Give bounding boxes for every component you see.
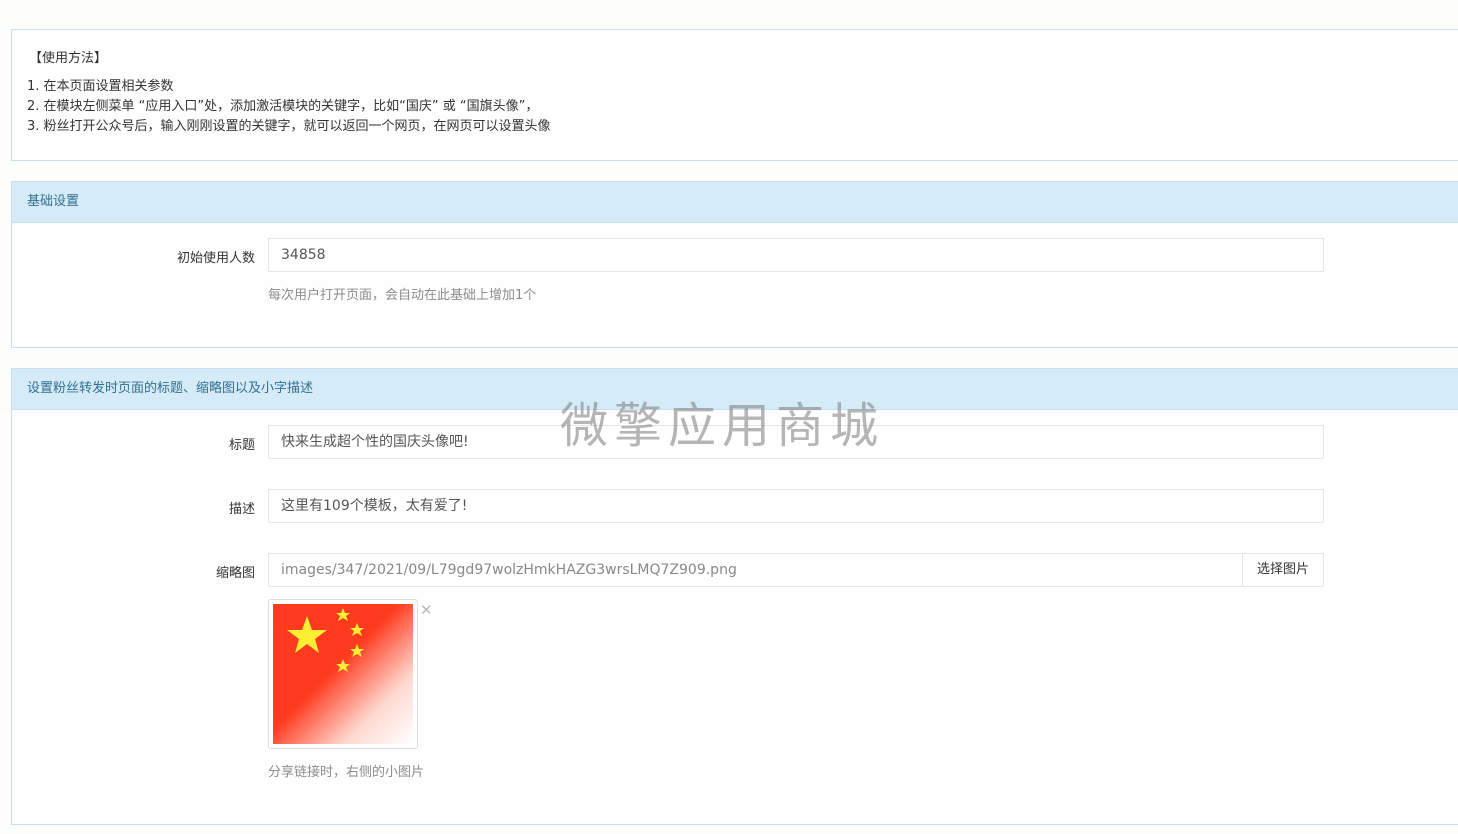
thumb-preview [268, 599, 418, 749]
usage-line-3: 3. 粉丝打开公众号后，输入刚刚设置的关键字，就可以返回一个网页，在网页可以设置… [27, 119, 551, 134]
share-thumb-label: 缩略图 [215, 566, 255, 581]
basic-settings-panel: 基础设置 初始使用人数 34858 每次用户打开页面，会自动在此基础上增加1个 [11, 181, 1458, 348]
close-icon[interactable]: ✕ [420, 601, 433, 619]
usage-line-1: 1. 在本页面设置相关参数 [27, 79, 174, 94]
thumb-input-group: images/347/2021/09/L79gd97wolzHmkHAZG3wr… [268, 553, 1324, 587]
china-flag-thumbnail [273, 604, 413, 744]
watermark-text: 微擎应用商城 [560, 398, 885, 454]
share-desc-input[interactable]: 这里有109个模板，太有爱了! [268, 489, 1324, 523]
share-desc-label: 描述 [228, 502, 255, 517]
initial-users-input[interactable]: 34858 [268, 238, 1324, 272]
choose-image-button[interactable]: 选择图片 [1242, 553, 1324, 587]
usage-line-2: 2. 在模块左侧菜单 “应用入口”处，添加激活模块的关键字，比如“国庆” 或 “… [27, 99, 539, 114]
initial-users-label: 初始使用人数 [176, 251, 255, 266]
thumb-help: 分享链接时，右侧的小图片 [268, 765, 425, 780]
usage-panel: 【使用方法】 1. 在本页面设置相关参数 2. 在模块左侧菜单 “应用入口”处，… [11, 29, 1458, 161]
usage-title: 【使用方法】 [29, 51, 108, 66]
basic-settings-heading: 基础设置 [12, 182, 1458, 223]
thumb-path-input[interactable]: images/347/2021/09/L79gd97wolzHmkHAZG3wr… [268, 553, 1242, 587]
initial-users-help: 每次用户打开页面，会自动在此基础上增加1个 [268, 288, 537, 303]
share-title-label: 标题 [228, 438, 255, 453]
